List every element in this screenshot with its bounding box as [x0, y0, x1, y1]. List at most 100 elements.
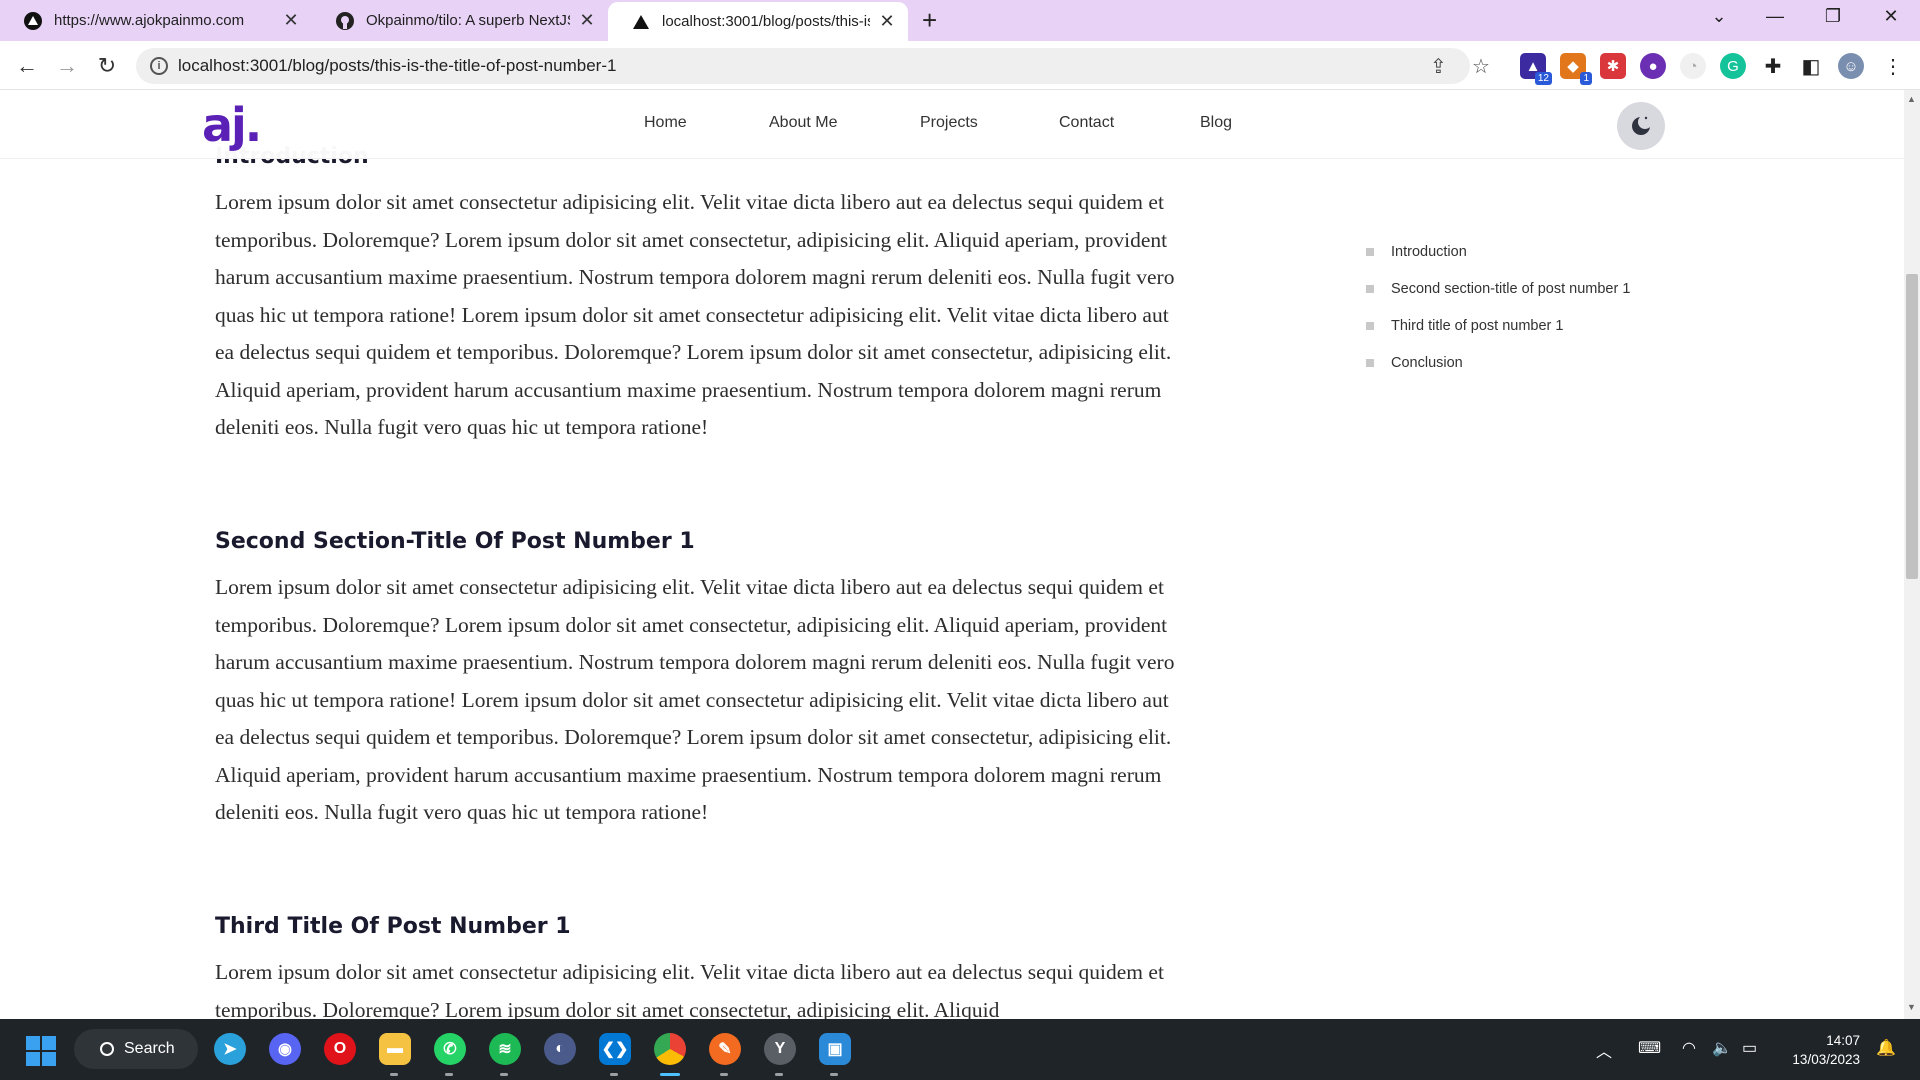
bullet-square-icon: [1366, 285, 1374, 293]
close-tab-icon[interactable]: ✕: [578, 10, 596, 31]
close-tab-icon[interactable]: ✕: [282, 10, 300, 31]
toc-label: Third title of post number 1: [1391, 318, 1564, 334]
scrollbar-thumb[interactable]: [1906, 274, 1918, 579]
restore-button[interactable]: ❐: [1818, 6, 1848, 27]
minimize-button[interactable]: —: [1760, 6, 1790, 27]
toc-item[interactable]: Conclusion: [1366, 355, 1463, 371]
nav-projects[interactable]: Projects: [920, 114, 978, 132]
chrome-icon[interactable]: [654, 1033, 686, 1065]
extensions-puzzle-icon[interactable]: ✚: [1760, 53, 1786, 79]
new-tab-button[interactable]: +: [922, 6, 937, 34]
postman-icon[interactable]: ✎: [709, 1033, 741, 1065]
github-icon: [336, 11, 354, 30]
tab-localhost[interactable]: localhost:3001/blog/posts/this-is ✕: [608, 2, 908, 41]
reload-icon[interactable]: ↻: [92, 51, 122, 81]
search-icon: [100, 1042, 114, 1056]
file-explorer-icon[interactable]: ▬: [379, 1033, 411, 1065]
bookmark-star-icon[interactable]: ☆: [1472, 54, 1490, 79]
tab-title: Okpainmo/tilo: A superb NextJS: [366, 12, 570, 29]
toc-item[interactable]: Third title of post number 1: [1366, 318, 1563, 334]
color-picker-icon[interactable]: ●: [1640, 53, 1666, 79]
keyboard-icon[interactable]: ⌨: [1638, 1038, 1661, 1058]
toc-item[interactable]: Introduction: [1366, 244, 1467, 260]
url-text[interactable]: localhost:3001/blog/posts/this-is-the-ti…: [178, 56, 616, 76]
scroll-down-arrow-icon[interactable]: ▼: [1907, 1002, 1916, 1012]
site-logo[interactable]: aj.: [202, 98, 262, 152]
nav-contact[interactable]: Contact: [1059, 114, 1114, 132]
tab-title: localhost:3001/blog/posts/this-is: [662, 13, 870, 30]
system-clock[interactable]: 14:07 13/03/2023: [1760, 1031, 1860, 1069]
tray-chevron-up-icon[interactable]: ︿: [1596, 1038, 1612, 1062]
kebab-menu-icon[interactable]: ⋮: [1880, 53, 1906, 79]
site-info-icon[interactable]: i: [150, 57, 168, 75]
bullet-square-icon: [1366, 248, 1374, 256]
notifications-bell-icon[interactable]: 🔔: [1876, 1038, 1896, 1058]
wifi-icon[interactable]: ◠: [1682, 1038, 1696, 1058]
page-viewport: aj. Home About Me Projects Contact Blog …: [0, 90, 1904, 1019]
toc-label: Conclusion: [1391, 355, 1463, 371]
windows-start-icon[interactable]: [26, 1036, 56, 1066]
insomnia-icon[interactable]: Y: [764, 1033, 796, 1065]
running-indicator: [445, 1073, 453, 1076]
share-icon[interactable]: ⇪: [1430, 54, 1447, 79]
section-paragraph: Lorem ipsum dolor sit amet consectetur a…: [215, 960, 1164, 1019]
search-label: Search: [124, 1040, 175, 1057]
moon-icon: [1632, 115, 1652, 135]
opera-icon[interactable]: O: [324, 1033, 356, 1065]
nav-blog[interactable]: Blog: [1200, 114, 1232, 132]
globe-app-icon[interactable]: ◐: [544, 1033, 576, 1065]
active-app-indicator: [660, 1073, 680, 1076]
metamask-fox-icon[interactable]: ◆ 1: [1560, 53, 1592, 85]
telegram-icon[interactable]: ➤: [214, 1033, 246, 1065]
extension-badge: 12: [1534, 72, 1552, 85]
whatsapp-icon[interactable]: ✆: [434, 1033, 466, 1065]
spotify-icon[interactable]: ≋: [489, 1033, 521, 1065]
close-window-button[interactable]: ✕: [1876, 6, 1906, 27]
scroll-up-arrow-icon[interactable]: ▲: [1907, 94, 1916, 104]
dark-mode-toggle[interactable]: [1617, 102, 1665, 150]
section-heading: Second Section-Title Of Post Number 1: [215, 529, 695, 554]
browser-toolbar: ← → ↻ i localhost:3001/blog/posts/this-i…: [0, 41, 1920, 90]
extension-red-icon[interactable]: ✱: [1600, 53, 1626, 79]
browser-tab-strip: https://www.ajokpainmo.com ✕ Okpainmo/ti…: [0, 0, 1920, 41]
vercel-icon: [24, 11, 42, 30]
extension-graduation-icon[interactable]: ▲ 12: [1520, 53, 1552, 85]
tab-github[interactable]: Okpainmo/tilo: A superb NextJS ✕: [312, 0, 608, 41]
side-panel-icon[interactable]: ◧: [1798, 53, 1824, 79]
taskbar-search[interactable]: Search: [74, 1029, 198, 1069]
extension-clock-icon[interactable]: ◔: [1680, 53, 1706, 79]
nav-about-me[interactable]: About Me: [769, 114, 837, 132]
section-heading: Third Title Of Post Number 1: [215, 914, 571, 939]
remote-desktop-icon[interactable]: ▣: [819, 1033, 851, 1065]
address-bar[interactable]: i localhost:3001/blog/posts/this-is-the-…: [136, 48, 1490, 84]
toc-label: Introduction: [1391, 244, 1467, 260]
tab-title: https://www.ajokpainmo.com: [54, 12, 245, 29]
volume-icon[interactable]: 🔈: [1712, 1038, 1732, 1058]
vscode-icon[interactable]: ❮❯: [599, 1033, 631, 1065]
clock-time: 14:07: [1826, 1033, 1860, 1048]
back-arrow-icon[interactable]: ←: [12, 51, 42, 81]
tab-search-chevron-icon[interactable]: ⌄: [1704, 6, 1734, 27]
site-header: aj. Home About Me Projects Contact Blog: [0, 90, 1904, 159]
tab-ajokpainmo[interactable]: https://www.ajokpainmo.com ✕: [0, 0, 312, 41]
close-tab-icon[interactable]: ✕: [878, 11, 896, 32]
section-paragraph: Lorem ipsum dolor sit amet consectetur a…: [215, 190, 1175, 439]
toc-item[interactable]: Second section-title of post number 1: [1366, 281, 1630, 297]
running-indicator: [830, 1073, 838, 1076]
discord-icon[interactable]: ◉: [269, 1033, 301, 1065]
running-indicator: [500, 1073, 508, 1076]
running-indicator: [390, 1073, 398, 1076]
bullet-square-icon: [1366, 322, 1374, 330]
battery-icon[interactable]: ▭: [1742, 1038, 1757, 1058]
forward-arrow-icon[interactable]: →: [52, 51, 82, 81]
nav-home[interactable]: Home: [644, 114, 687, 132]
running-indicator: [610, 1073, 618, 1076]
toc-label: Second section-title of post number 1: [1391, 281, 1631, 297]
windows-taskbar: Search ➤ ◉ O ▬ ✆ ≋ ◐ ❮❯ ✎ Y ▣ ︿ ⌨ ◠ 🔈 ▭ …: [0, 1019, 1920, 1080]
running-indicator: [720, 1073, 728, 1076]
grammarly-icon[interactable]: G: [1720, 53, 1746, 79]
profile-avatar[interactable]: ☺: [1838, 53, 1864, 79]
page-scrollbar[interactable]: ▲ ▼: [1904, 90, 1920, 1019]
running-indicator: [775, 1073, 783, 1076]
extension-badge: 1: [1580, 72, 1592, 85]
